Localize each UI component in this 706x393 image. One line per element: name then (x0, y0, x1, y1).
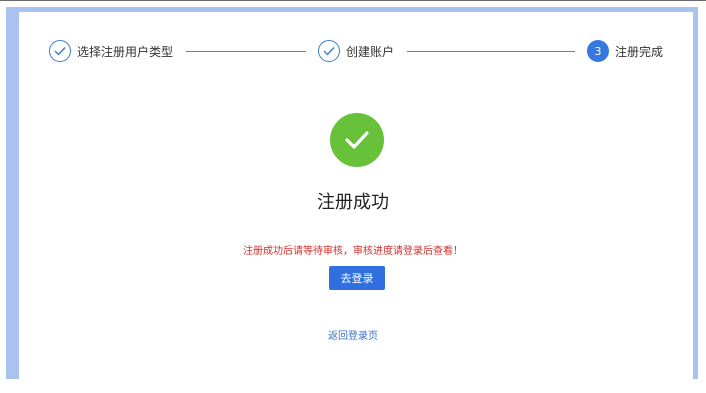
step-connector (407, 51, 575, 52)
review-notice: 注册成功后请等待审核，审核进度请登录后查看！ (243, 246, 463, 257)
step-label: 选择注册用户类型 (77, 44, 174, 59)
check-circle-icon (330, 113, 384, 167)
bottom-area (0, 379, 706, 393)
back-to-login-link-text[interactable]: 返回登录页 (328, 331, 378, 342)
step-select-user-type: 选择注册用户类型 (49, 39, 173, 63)
check-icon (318, 40, 340, 62)
go-login-button[interactable]: 去登录 (329, 266, 385, 290)
step-label: 创建账户 (346, 44, 395, 59)
step-create-account: 创建账户 (318, 39, 394, 63)
step-registration-complete: 3 注册完成 (587, 39, 663, 63)
step-connector (186, 51, 306, 52)
step-number-badge: 3 (587, 40, 609, 62)
top-border (0, 0, 706, 4)
check-icon (49, 40, 71, 62)
step-label: 注册完成 (615, 44, 664, 59)
page-title: 注册成功 (317, 192, 389, 213)
back-to-login-link: 返回登录页 (0, 327, 706, 342)
